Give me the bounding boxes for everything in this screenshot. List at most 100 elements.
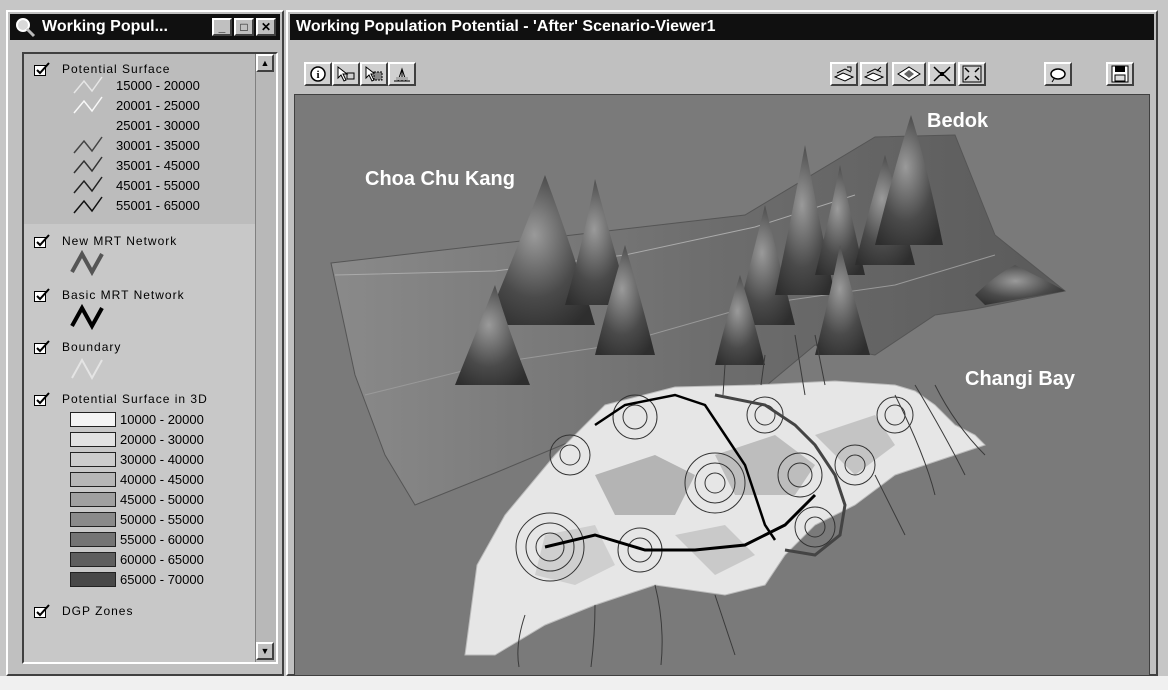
zoom-out-tool-button[interactable] — [958, 62, 986, 86]
surface-3d-range-row: 50000 - 55000 — [70, 510, 204, 528]
info-tool-button[interactable]: i — [304, 62, 332, 86]
close-button[interactable]: ✕ — [256, 18, 276, 36]
potential-surface-range-row: 55001 - 65000 — [70, 196, 200, 214]
fill-swatch — [70, 471, 116, 487]
legend-entry-surface-3d[interactable]: Potential Surface in 3D — [34, 392, 208, 406]
checkbox-checked-icon[interactable] — [34, 340, 50, 354]
legend-label: Basic MRT Network — [62, 288, 185, 302]
boundary-line-symbol — [71, 357, 103, 381]
checkbox-checked-icon[interactable] — [34, 392, 50, 406]
legend-entry-dgp-zones[interactable]: DGP Zones — [34, 604, 133, 618]
range-label: 30000 - 40000 — [120, 451, 204, 467]
desktop-frame: Working Popul... _ □ ✕ Potential Surface… — [0, 0, 1168, 676]
fill-swatch — [70, 451, 116, 467]
surface-3d-range-row: 65000 - 70000 — [70, 570, 204, 588]
pointer-select-icon — [337, 65, 355, 82]
line-swatch-icon — [73, 156, 103, 174]
range-label: 20001 - 25000 — [116, 97, 200, 113]
layer-on-icon — [833, 66, 855, 82]
legend-entry-potential-surface[interactable]: Potential Surface — [34, 62, 170, 76]
range-label: 60000 - 65000 — [120, 551, 204, 567]
legend-label: Potential Surface in 3D — [62, 392, 208, 406]
line-swatch-icon — [73, 116, 103, 134]
minimize-button[interactable]: _ — [212, 18, 232, 36]
range-label: 65000 - 70000 — [120, 571, 204, 587]
legend-label: Boundary — [62, 340, 122, 354]
zoom-in-tool-button[interactable] — [928, 62, 956, 86]
surface-3d-range-row: 10000 - 20000 — [70, 410, 204, 428]
potential-surface-range-row: 15000 - 20000 — [70, 76, 200, 94]
checkbox-checked-icon[interactable] — [34, 604, 50, 618]
label-changi-bay: Changi Bay — [965, 368, 1076, 390]
maximize-button[interactable]: □ — [234, 18, 254, 36]
refresh-icon — [1050, 68, 1066, 83]
map-3d-view[interactable]: Choa Chu Kang Bedok Changi Bay — [294, 94, 1150, 676]
legend-titlebar[interactable]: Working Popul... _ □ ✕ — [10, 14, 280, 40]
navigate-icon — [394, 67, 410, 82]
basic-mrt-line-symbol — [70, 304, 104, 330]
checkbox-checked-icon[interactable] — [34, 288, 50, 302]
zoom-out-arrows-icon — [962, 65, 982, 83]
fill-swatch — [70, 411, 116, 427]
legend-label: New MRT Network — [62, 234, 178, 248]
fill-swatch — [70, 531, 116, 547]
area-select-tool-button[interactable] — [360, 62, 388, 86]
scroll-up-button[interactable]: ▲ — [256, 54, 274, 72]
status-strip — [0, 676, 1168, 690]
legend-label: DGP Zones — [62, 604, 134, 618]
surface-3d-range-row: 20000 - 30000 — [70, 430, 204, 448]
scroll-down-button[interactable]: ▼ — [256, 642, 274, 660]
line-swatch-icon — [73, 76, 103, 94]
surface-3d-range-row: 45000 - 50000 — [70, 490, 204, 508]
range-label: 55001 - 65000 — [116, 197, 200, 213]
range-label: 20000 - 30000 — [120, 431, 204, 447]
range-label: 35001 - 45000 — [116, 157, 200, 173]
layer-off-icon — [863, 66, 885, 82]
layer-on-tool-button[interactable] — [830, 62, 858, 86]
info-icon: i — [310, 66, 326, 82]
range-label: 25001 - 30000 — [116, 117, 200, 133]
potential-surface-range-row: 45001 - 55000 — [70, 176, 200, 194]
theme-diamond-icon — [897, 66, 921, 82]
refresh-tool-button[interactable] — [1044, 62, 1072, 86]
layer-off-tool-button[interactable] — [860, 62, 888, 86]
area-select-icon — [365, 65, 383, 82]
potential-surface-range-row: 25001 - 30000 — [70, 116, 200, 134]
zoom-in-arrows-icon — [933, 66, 951, 82]
legend-label: Potential Surface — [62, 62, 171, 76]
line-swatch-icon — [73, 176, 103, 194]
checkbox-checked-icon[interactable] — [34, 62, 50, 76]
viewer-toolbar: i — [292, 42, 1152, 92]
theme-tool-button[interactable] — [892, 62, 926, 86]
line-swatch-icon — [73, 96, 103, 114]
range-label: 55000 - 60000 — [120, 531, 204, 547]
navigate-tool-button[interactable] — [388, 62, 416, 86]
legend-entry-new-mrt[interactable]: New MRT Network — [34, 234, 177, 248]
map-canvas[interactable]: Choa Chu Kang Bedok Changi Bay — [295, 95, 1149, 675]
save-tool-button[interactable] — [1106, 62, 1134, 86]
select-tool-button[interactable] — [332, 62, 360, 86]
fill-swatch — [70, 491, 116, 507]
range-label: 50000 - 55000 — [120, 511, 204, 527]
line-swatch-icon — [73, 136, 103, 154]
legend-entry-basic-mrt[interactable]: Basic MRT Network — [34, 288, 185, 302]
range-label: 15000 - 20000 — [116, 77, 200, 93]
legend-window-title: Working Popul... — [42, 18, 168, 35]
potential-surface-range-row: 20001 - 25000 — [70, 96, 200, 114]
legend-panel: Potential Surface 15000 - 20000 20001 - 2… — [22, 52, 278, 664]
label-bedok: Bedok — [927, 110, 989, 132]
surface-3d-range-row: 40000 - 45000 — [70, 470, 204, 488]
potential-surface-range-row: 35001 - 45000 — [70, 156, 200, 174]
svg-text:i: i — [316, 69, 319, 81]
legend-scrollbar[interactable]: ▲ ▼ — [255, 54, 276, 662]
viewer-titlebar[interactable]: Working Population Potential - 'After' S… — [290, 14, 1154, 40]
range-label: 40000 - 45000 — [120, 471, 204, 487]
legend-entry-boundary[interactable]: Boundary — [34, 340, 121, 354]
viewer-window-title: Working Population Potential - 'After' S… — [296, 18, 716, 35]
surface-3d-range-row: 60000 - 65000 — [70, 550, 204, 568]
range-label: 10000 - 20000 — [120, 411, 204, 427]
checkbox-checked-icon[interactable] — [34, 234, 50, 248]
range-label: 45001 - 55000 — [116, 177, 200, 193]
line-swatch-icon — [73, 196, 103, 214]
magnifier-app-icon — [16, 18, 36, 38]
